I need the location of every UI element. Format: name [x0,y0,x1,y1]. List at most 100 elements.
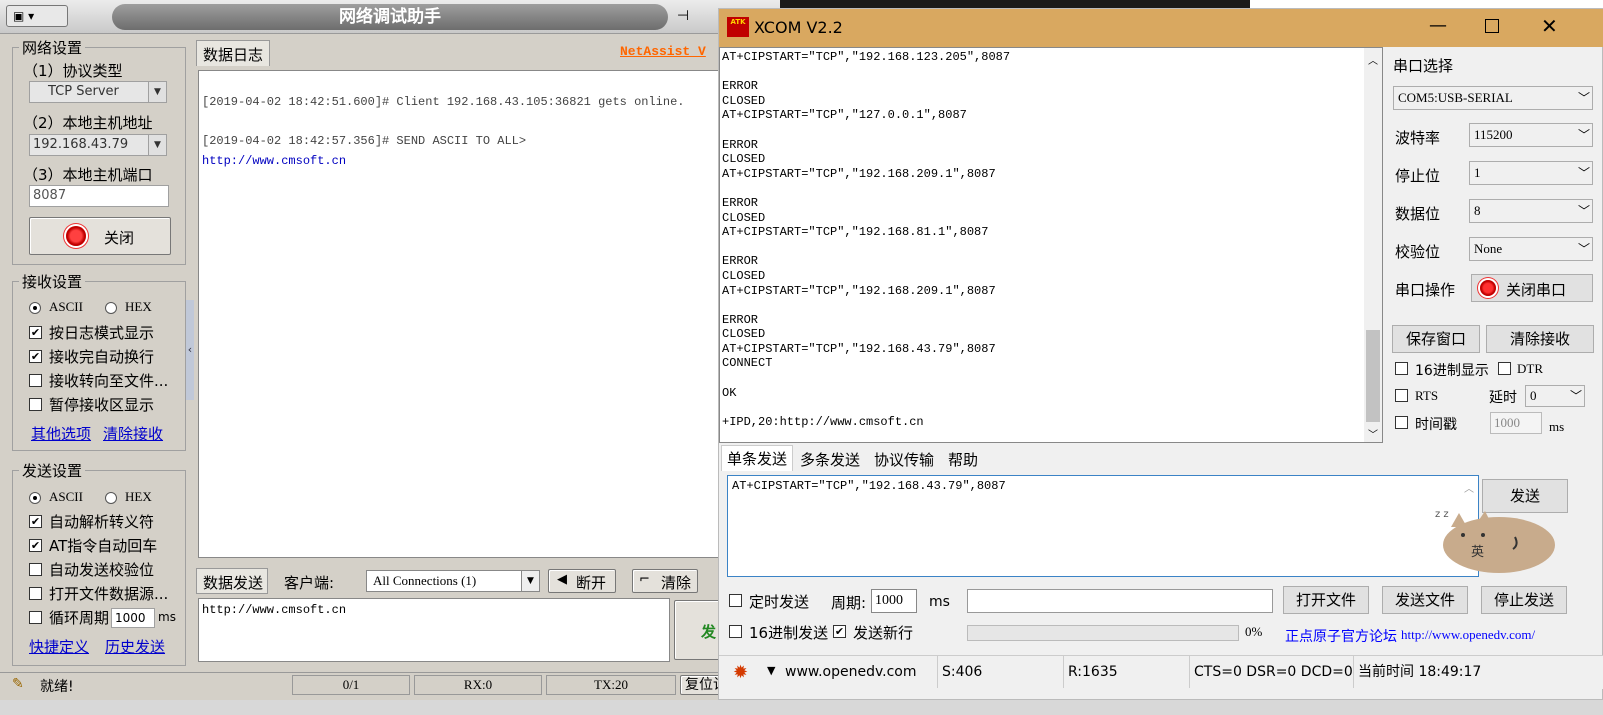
host-select[interactable]: 192.168.43.79 ▼ [29,134,167,156]
netassist-brand-link[interactable]: NetAssist V [620,44,706,59]
send-ascii-label: ASCII [49,489,83,504]
port-select[interactable]: COM5:USB-SERIAL ﹀ [1393,86,1593,110]
timestamp-checkbox[interactable] [1395,416,1408,429]
clear-receive-link[interactable]: 清除接收 [103,423,163,444]
chevron-down-icon: ﹀ [1577,204,1590,218]
xcom-title: XCOM V2.2 [754,18,843,37]
hex-send-checkbox[interactable] [729,625,742,638]
xcom-send-input[interactable]: AT+CIPSTART="TCP","192.168.43.79",8087 ︿ [727,475,1479,577]
chevron-down-icon[interactable]: ▼ [767,664,775,677]
other-options-link[interactable]: 其他选项 [31,423,91,444]
recv-to-file-checkbox[interactable] [29,374,42,387]
tab-data-log[interactable]: 数据日志 [196,40,270,66]
dtr-checkbox[interactable] [1498,362,1511,375]
loop-period-input[interactable]: 1000 [111,608,155,628]
maximize-icon[interactable] [1485,19,1499,33]
close-icon[interactable]: ✕ [1541,14,1558,38]
protocol-select[interactable]: TCP Server ▼ [29,81,167,103]
timestamp-input[interactable]: 1000 [1490,412,1542,434]
loop-period-label: 循环周期 [49,609,110,627]
delay-value: 0 [1530,388,1537,403]
file-source-checkbox[interactable] [29,587,42,600]
recv-ascii-label: ASCII [49,299,83,314]
send-hex-radio[interactable] [105,492,117,504]
loop-period-unit: ms [158,610,176,624]
send-ascii-radio[interactable] [29,492,41,504]
send-text-area[interactable]: http://www.cmsoft.cn [198,598,670,662]
send-button[interactable]: 发 [674,600,724,660]
close-port-button[interactable]: 关闭串口 [1471,274,1593,302]
receive-line [722,65,1010,80]
tab-single-send[interactable]: 单条发送 [721,445,794,471]
status-rx: RX:0 [414,675,542,695]
pause-display-checkbox[interactable] [29,398,42,411]
scroll-up-icon[interactable]: ︿ [1368,52,1378,67]
baud-select[interactable]: 115200 ﹀ [1469,123,1593,147]
file-path-input[interactable] [967,589,1273,613]
collapse-panel-handle[interactable]: ‹ [186,300,194,400]
stop-send-button[interactable]: 停止发送 [1481,586,1567,614]
timestamp-label: 时间戳 [1415,417,1457,433]
history-send-link[interactable]: 历史发送 [105,636,165,657]
auto-newline-checkbox[interactable]: ✔ [29,350,42,363]
hex-display-checkbox[interactable] [1395,362,1408,375]
receive-line: AT+CIPSTART="TCP","192.168.81.1",8087 [722,225,989,240]
log-area[interactable]: [2019-04-02 18:42:51.600]# Client 192.16… [198,70,738,558]
timed-send-label: 定时发送 [749,593,810,611]
forum-link[interactable]: 正点原子官方论坛 [1285,626,1397,646]
save-window-button[interactable]: 保存窗口 [1392,325,1480,353]
status-website[interactable]: www.openedv.com [785,656,917,688]
client-select[interactable]: All Connections (1) ▼ [366,570,540,592]
chevron-down-icon: ▼ [148,82,166,102]
clear-receive-button[interactable]: 清除接收 [1486,325,1594,353]
data-bits-select[interactable]: 8 ﹀ [1469,199,1593,223]
hex-send-label: 16进制发送 [749,624,829,642]
desktop-edge [0,700,1603,715]
receive-settings-title: 接收设置 [19,271,86,292]
quick-define-link[interactable]: 快捷定义 [29,636,89,657]
tab-multi-send[interactable]: 多条发送 [795,447,865,473]
minimize-icon[interactable]: — [1429,15,1447,36]
recv-hex-radio[interactable] [105,302,117,314]
stop-bits-select[interactable]: 1 ﹀ [1469,161,1593,185]
tab-help[interactable]: 帮助 [943,447,983,473]
recv-ascii-radio[interactable] [29,302,41,314]
close-connection-button[interactable]: 关闭 [29,217,171,255]
chevron-down-icon: ﹀ [1577,242,1590,256]
open-file-button[interactable]: 打开文件 [1283,586,1369,614]
at-cr-checkbox[interactable]: ✔ [29,539,42,552]
status-tx: TX:20 [546,675,676,695]
disconnect-button[interactable]: ◀ 断开 [548,569,616,593]
log-mode-checkbox[interactable]: ✔ [29,326,42,339]
delay-select[interactable]: 0 ﹀ [1525,385,1585,407]
port-input[interactable]: 8087 [29,185,169,207]
period-unit: ms [929,594,950,610]
period-input[interactable]: 1000 [871,589,917,613]
xcom-receive-area[interactable]: AT+CIPSTART="TCP","192.168.123.205",8087… [719,47,1383,443]
timed-send-checkbox[interactable] [729,594,742,607]
scroll-down-icon[interactable]: ﹀ [1368,426,1378,441]
pin-icon[interactable]: ⊣ [670,5,696,27]
forum-url-link[interactable]: http://www.openedv.com/ [1401,627,1535,643]
tab-data-send[interactable]: 数据发送 [196,568,268,594]
tab-protocol[interactable]: 协议传输 [869,447,939,473]
scroll-up-icon[interactable]: ︿ [1464,480,1474,495]
loop-period-checkbox[interactable] [29,611,42,624]
clear-send-button[interactable]: ⌐ 清除 [632,569,698,593]
send-newline-checkbox[interactable]: ✔ [833,625,846,638]
parity-select[interactable]: None ﹀ [1469,237,1593,261]
settings-gear-icon[interactable]: ✹ [733,662,748,683]
scroll-thumb[interactable] [1366,330,1380,422]
protocol-value: TCP Server [48,84,119,99]
escape-parse-checkbox[interactable]: ✔ [29,515,42,528]
tab-single-send-label: 单条发送 [727,450,788,468]
disconnect-label: 断开 [576,574,607,592]
receive-line: +IPD,20:http://www.cmsoft.cn [722,414,924,429]
rts-checkbox[interactable] [1395,389,1408,402]
status-icon: ✎ [12,676,24,692]
send-file-button[interactable]: 发送文件 [1382,586,1468,614]
receive-scrollbar[interactable]: ︿ ﹀ [1364,48,1382,442]
auto-checksum-checkbox[interactable] [29,563,42,576]
system-menu-button[interactable]: ▣ ▾ [6,5,68,27]
status-sent: S:406 [937,656,982,688]
